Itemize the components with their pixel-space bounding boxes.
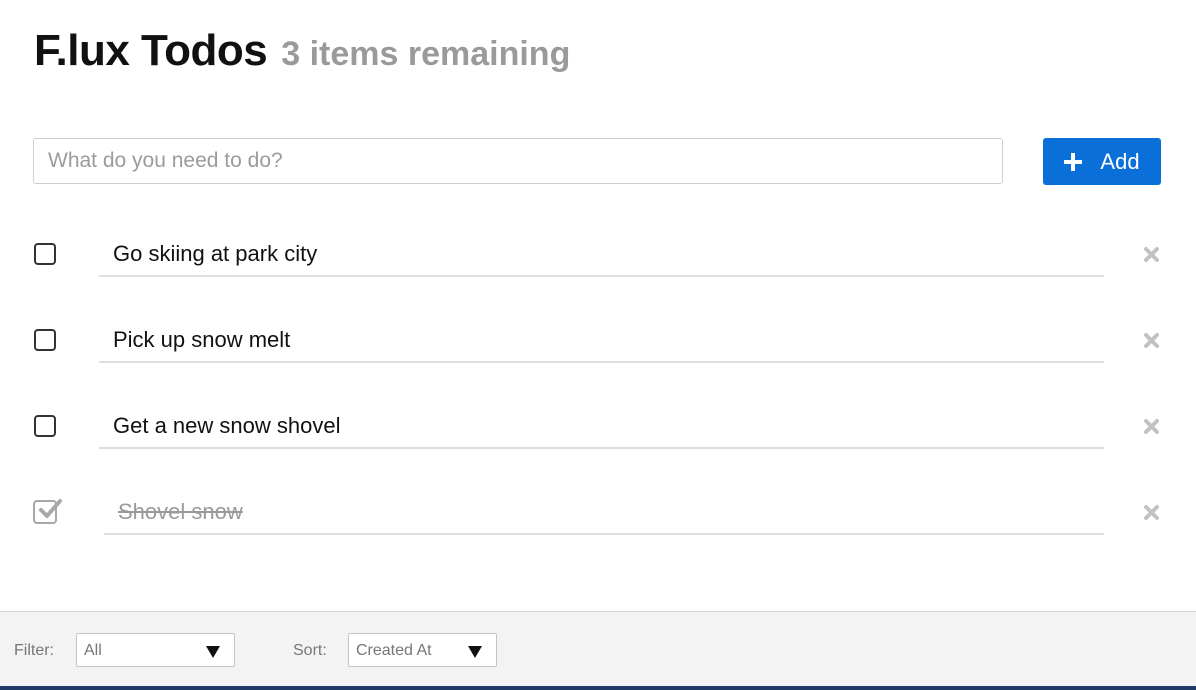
filter-select-value: All	[84, 642, 102, 659]
plus-icon	[1064, 152, 1083, 171]
todo-item: Get a new snow shovel	[0, 402, 1196, 462]
todo-checkbox[interactable]	[34, 243, 56, 265]
filter-select[interactable]: All	[76, 633, 235, 667]
checkmark-icon	[39, 499, 62, 518]
add-button-label: Add	[1100, 148, 1140, 174]
todo-text[interactable]: Shovel snow	[104, 488, 1104, 535]
close-icon[interactable]	[1143, 332, 1160, 349]
filter-label: Filter:	[14, 642, 54, 659]
todo-checkbox[interactable]	[34, 415, 56, 437]
sort-select[interactable]: Created At	[348, 633, 497, 667]
todo-item: Go skiing at park city	[0, 230, 1196, 290]
bottom-bar	[0, 686, 1196, 690]
close-icon[interactable]	[1143, 246, 1160, 263]
caret-down-icon	[206, 646, 220, 658]
sort-select-value: Created At	[356, 642, 432, 659]
todo-item-completed: Shovel snow	[0, 488, 1196, 548]
close-icon[interactable]	[1143, 418, 1160, 435]
todo-checkbox[interactable]	[34, 329, 56, 351]
items-remaining-count: 3 items remaining	[281, 35, 571, 73]
new-todo-input[interactable]	[33, 138, 1003, 184]
todo-text[interactable]: Go skiing at park city	[99, 230, 1104, 277]
todo-text[interactable]: Pick up snow melt	[99, 316, 1104, 363]
sort-label: Sort:	[293, 642, 327, 659]
footer-toolbar: Filter: All Sort: Created At	[0, 611, 1196, 686]
close-icon[interactable]	[1143, 504, 1160, 521]
page-header: F.lux Todos 3 items remaining	[34, 26, 570, 76]
todo-checkbox-checked[interactable]	[33, 499, 62, 524]
page-title: F.lux Todos	[34, 26, 268, 75]
todo-app: F.lux Todos 3 items remaining Add Go ski…	[0, 0, 1196, 690]
add-button[interactable]: Add	[1043, 138, 1161, 185]
caret-down-icon	[468, 646, 482, 658]
todo-text[interactable]: Get a new snow shovel	[99, 402, 1104, 449]
todo-item: Pick up snow melt	[0, 316, 1196, 376]
